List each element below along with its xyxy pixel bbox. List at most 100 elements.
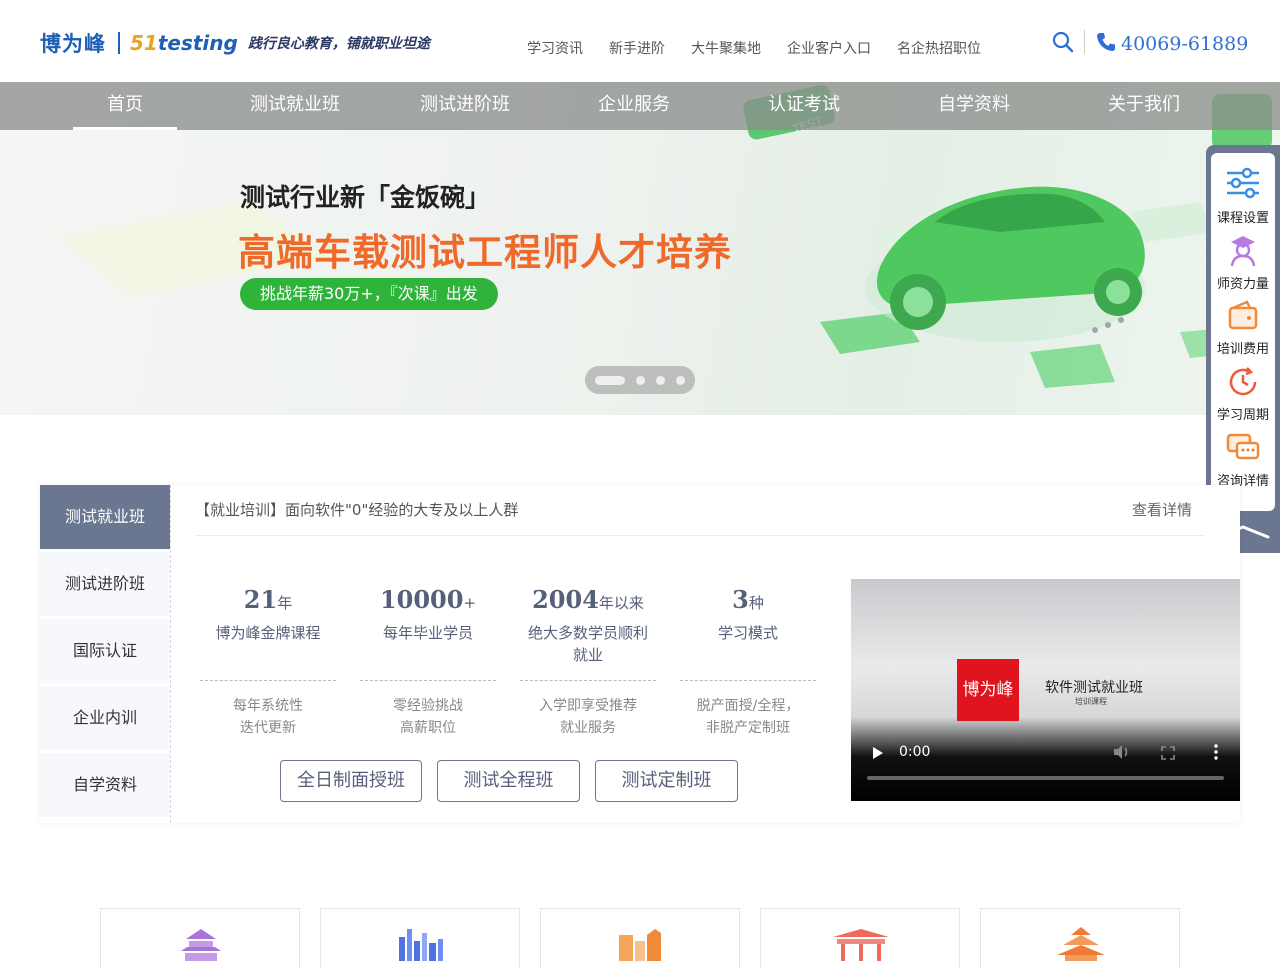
sidebar-item-fees[interactable]: 培训费用 [1211,298,1275,357]
stat-description: 每年毕业学员 [382,624,473,642]
video-progress-bar[interactable] [867,776,1224,780]
nav-employment-class[interactable]: 测试就业班 [232,82,358,130]
phone-contact[interactable]: 40069-61889 [1095,31,1248,57]
full-course-button[interactable]: 测试全程班 [437,760,580,802]
tab-international-cert[interactable]: 国际认证 [40,619,170,683]
volume-icon[interactable] [1112,744,1130,764]
stat-note-line: 非脱产定制班 [706,720,790,736]
more-options-icon[interactable] [1213,744,1219,764]
course-section: 测试就业班 测试进阶班 国际认证 企业内训 自学资料 【就业培训】面向软件"0"… [40,485,1240,823]
header-divider [1084,30,1085,54]
stat-note-line: 入学即享受推荐 [539,698,637,714]
carousel-dot-3[interactable] [656,376,665,385]
logo-cn: 博为峰 [40,32,106,56]
stat-note: 零经验挑战 高薪职位 [360,695,496,739]
nav-enterprise[interactable]: 企业服务 [580,82,688,130]
stat-divider [200,680,336,681]
main-nav: 首页 测试就业班 测试进阶班 企业服务 认证考试 自学资料 关于我们 [0,82,1280,130]
sidebar-panel: 课程设置 师资力量 培训费用 学习周期 咨询详情 [1211,153,1275,511]
tab-corporate-training[interactable]: 企业内训 [40,686,170,750]
top-header: 博为峰 51testing 践行良心教育，铺就职业坦途 学习资讯 新手进阶 大牛… [0,0,1280,82]
city-card[interactable] [760,908,960,968]
nav-home[interactable]: 首页 [73,82,177,130]
video-title: 软件测试就业班 [1045,680,1143,696]
stat-number: 2004 [532,585,599,614]
nav-certification[interactable]: 认证考试 [750,82,858,130]
stat-number: 21 [243,585,278,614]
banner-headline: 高端车载测试工程师人才培养 [238,231,732,274]
course-video[interactable]: 博为峰 软件测试就业班 培训课程 0:00 [851,579,1240,801]
stat-divider [680,680,816,681]
custom-class-button[interactable]: 测试定制班 [595,760,738,802]
stat-since: 2004年以来 绝大多数学员顺利就业 [520,585,656,666]
logo-en: 51testing [130,31,238,55]
course-headline: 【就业培训】面向软件"0"经验的大专及以上人群 [195,501,519,519]
banner-cta[interactable]: 挑战年薪30万+，『次课』出发 [240,278,498,310]
video-logo: 博为峰 [957,659,1019,721]
city-card[interactable] [540,908,740,968]
hero-banner[interactable]: TEST 首页 测试就业班 测试进阶班 企业服务 认证考试 自学资料 关于我们 … [0,82,1280,415]
phone-number: 40069-61889 [1121,33,1249,55]
video-time: 0:00 [899,744,931,760]
nav-advanced-class[interactable]: 测试进阶班 [402,82,528,130]
site-logo[interactable]: 博为峰 51testing 践行良心教育，铺就职业坦途 [40,28,430,58]
stat-note-line: 每年系统性 [233,698,303,714]
stat-note-line: 高薪职位 [400,720,456,736]
nav-self-study[interactable]: 自学资料 [920,82,1028,130]
toplink-advance[interactable]: 新手进阶 [609,38,665,58]
stat-divider [360,680,496,681]
stat-number: 3 [732,585,749,614]
carousel-dot-4[interactable] [676,376,685,385]
stat-unit: 种 [748,594,764,612]
city-card[interactable] [980,908,1180,968]
sidebar-label: 师资力量 [1216,277,1269,292]
sidebar-item-period[interactable]: 学习周期 [1211,364,1275,423]
sidebar-label: 课程设置 [1216,211,1269,226]
sidebar-item-consult[interactable]: 咨询详情 [1211,430,1275,489]
video-subtitle: 培训课程 [1075,697,1107,706]
skyline-icon [399,929,443,961]
fulltime-class-button[interactable]: 全日制面授班 [280,760,422,802]
stat-unit: 年以来 [598,594,644,612]
sidebar-item-courses[interactable]: 课程设置 [1211,163,1275,226]
stat-modes: 3种 学习模式 [680,585,816,644]
stat-note: 每年系统性 迭代更新 [200,695,336,739]
sidebar-item-teachers[interactable]: 师资力量 [1211,233,1275,292]
logo-en-text: testing [157,31,238,55]
city-cards [100,908,1180,968]
tab-employment-class[interactable]: 测试就业班 [40,485,170,549]
stat-unit: 年 [277,594,293,612]
city-card[interactable] [320,908,520,968]
stat-description: 绝大多数学员顺利就业 [527,624,648,664]
tower-icon [619,929,661,961]
pavilion-icon [833,929,889,961]
city-card[interactable] [100,908,300,968]
toplink-experts[interactable]: 大牛聚集地 [691,38,761,58]
toplink-jobs[interactable]: 名企热招职位 [897,38,981,58]
nav-about[interactable]: 关于我们 [1090,82,1198,130]
temple-icon [181,929,221,961]
tab-self-study[interactable]: 自学资料 [40,753,170,817]
sidebar-label: 培训费用 [1216,342,1269,357]
stat-number: 10000 [379,585,464,614]
fullscreen-icon[interactable] [1161,745,1175,764]
stat-note-line: 零经验挑战 [393,698,463,714]
wallet-icon [1228,300,1258,330]
toplink-enterprise[interactable]: 企业客户入口 [787,38,871,58]
chat-icon [1226,433,1260,460]
headline-divider [195,535,1205,536]
clock-cycle-icon [1229,367,1257,396]
stat-note-line: 就业服务 [560,720,616,736]
slogan: 践行良心教育，铺就职业坦途 [247,36,430,52]
search-icon[interactable] [1052,31,1074,53]
stat-divider [520,680,656,681]
carousel-dot-2[interactable] [636,376,645,385]
play-icon[interactable] [871,745,885,765]
view-details-link[interactable]: 查看详情 [1132,499,1192,520]
tab-advanced-class[interactable]: 测试进阶班 [40,552,170,616]
sliders-icon [1227,167,1259,199]
stat-note-line: 脱产面授/全程， [696,698,800,714]
toplink-news[interactable]: 学习资讯 [527,38,583,58]
carousel-dot-1[interactable] [595,376,625,385]
stat-note: 脱产面授/全程， 非脱产定制班 [680,695,816,739]
